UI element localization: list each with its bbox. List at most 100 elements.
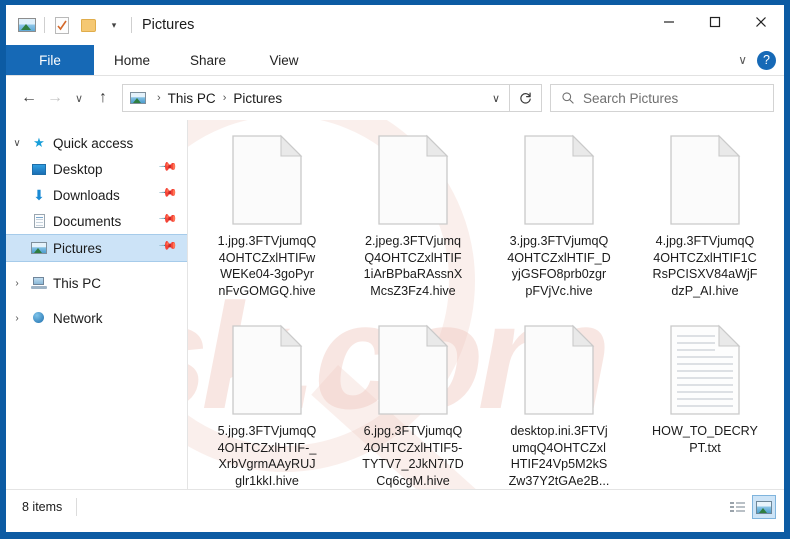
pin-icon[interactable]: 📌 xyxy=(158,157,183,182)
blank-document-icon xyxy=(523,324,595,416)
pictures-icon-breadcrumb xyxy=(130,92,146,104)
sidebar-item-label: Pictures xyxy=(53,240,102,256)
file-name: 6.jpg.3FTVjumqQ 4OHTCZxlHTIF5- TYTV7_2Jk… xyxy=(362,424,464,488)
item-count: 8 items xyxy=(22,500,63,514)
tab-home[interactable]: Home xyxy=(94,45,170,75)
status-bar: 8 items xyxy=(6,489,784,524)
file-name: 1.jpg.3FTVjumqQ 4OHTCZxlHTIFw WEKe04-3go… xyxy=(217,234,317,298)
sidebar-item-label: This PC xyxy=(53,275,102,291)
close-button[interactable] xyxy=(738,5,784,39)
network-icon xyxy=(28,311,50,325)
file-name: desktop.ini.3FTVj umqQ4OHTCZxl HTIF24Vp5… xyxy=(508,424,610,488)
document-icon xyxy=(28,214,50,228)
explorer-body: ∨ ★ Quick access Desktop 📌 ⬇ Downloads 📌… xyxy=(6,120,784,489)
file-item[interactable]: 6.jpg.3FTVjumqQ 4OHTCZxlHTIF5- TYTV7_2Jk… xyxy=(340,318,486,489)
star-icon: ★ xyxy=(33,135,45,150)
status-divider xyxy=(76,498,78,516)
download-icon: ⬇ xyxy=(33,186,45,203)
text-document-icon xyxy=(669,324,741,416)
file-item[interactable]: 1.jpg.3FTVjumqQ 4OHTCZxlHTIFw WEKe04-3go… xyxy=(194,128,340,318)
search-placeholder: Search Pictures xyxy=(583,90,679,106)
file-name: 2.jpeg.3FTVjumq Q4OHTCZxlHTIF 1iArBPbaRA… xyxy=(363,234,463,298)
pictures-icon[interactable] xyxy=(14,12,40,38)
title-bar: ▾ Pictures xyxy=(6,5,784,45)
chevron-right-icon[interactable]: › xyxy=(6,313,28,324)
breadcrumb-separator-2: › xyxy=(222,92,227,104)
file-item[interactable]: 2.jpeg.3FTVjumq Q4OHTCZxlHTIF 1iArBPbaRA… xyxy=(340,128,486,318)
refresh-button[interactable] xyxy=(510,84,542,112)
sidebar-item-label: Quick access xyxy=(53,135,134,151)
file-name: HOW_TO_DECRY PT.txt xyxy=(652,424,758,455)
tab-file[interactable]: File xyxy=(6,45,94,75)
maximize-button[interactable] xyxy=(692,5,738,39)
up-button[interactable]: ↑ xyxy=(90,84,116,112)
sidebar-item-label: Desktop xyxy=(53,161,103,177)
sidebar-item-this-pc[interactable]: › This PC xyxy=(6,270,187,296)
search-icon xyxy=(562,92,574,104)
large-icons-view-icon[interactable] xyxy=(752,495,776,519)
chevron-right-icon[interactable]: › xyxy=(6,278,28,289)
address-bar[interactable]: › This PC › Pictures ∨ xyxy=(122,84,510,112)
properties-icon[interactable] xyxy=(49,12,75,38)
view-mode-buttons xyxy=(725,495,776,519)
sidebar-item-pictures[interactable]: Pictures 📌 xyxy=(6,234,187,262)
sidebar-item-network[interactable]: › Network xyxy=(6,305,187,331)
search-input[interactable]: Search Pictures xyxy=(550,84,774,112)
help-icon[interactable]: ? xyxy=(757,50,776,70)
breadcrumb-this-pc[interactable]: This PC xyxy=(168,91,216,106)
toolbar-divider xyxy=(44,17,45,33)
window-controls xyxy=(646,5,784,45)
chevron-down-icon[interactable]: ∨ xyxy=(6,138,28,149)
breadcrumb-separator-1: › xyxy=(157,92,161,104)
sidebar-item-documents[interactable]: Documents 📌 xyxy=(6,208,187,234)
recent-locations-button[interactable]: ∨ xyxy=(68,84,90,112)
file-item[interactable]: desktop.ini.3FTVj umqQ4OHTCZxl HTIF24Vp5… xyxy=(486,318,632,489)
file-item[interactable]: HOW_TO_DECRY PT.txt xyxy=(632,318,778,489)
ribbon-controls: ∨ ? xyxy=(738,45,776,75)
new-folder-icon[interactable] xyxy=(75,12,101,38)
expand-ribbon-icon[interactable]: ∨ xyxy=(738,53,747,67)
explorer-window: ▾ Pictures File Home Share View ∨ ? ← → … xyxy=(0,0,790,539)
file-item[interactable]: 4.jpg.3FTVjumqQ 4OHTCZxlHTIF1C RsPCISXV8… xyxy=(632,128,778,318)
file-item[interactable]: 5.jpg.3FTVjumqQ 4OHTCZxlHTIF-_ XrbVgrmAA… xyxy=(194,318,340,489)
pictures-icon xyxy=(28,242,50,254)
minimize-button[interactable] xyxy=(646,5,692,39)
window-title: Pictures xyxy=(142,17,195,33)
customize-toolbar-caret[interactable]: ▾ xyxy=(101,12,127,38)
back-button[interactable]: ← xyxy=(16,84,42,112)
blank-document-icon xyxy=(377,134,449,226)
file-list-pane[interactable]: risk.com 1.jpg.3FTVjumqQ 4OHTCZxlHTIFw W… xyxy=(188,120,784,489)
pin-icon[interactable]: 📌 xyxy=(158,236,183,261)
file-name: 3.jpg.3FTVjumqQ 4OHTCZxlHTIF_D yjGSFO8pr… xyxy=(507,234,611,298)
details-view-icon[interactable] xyxy=(725,495,749,519)
ribbon-tab-bar: File Home Share View ∨ ? xyxy=(6,45,784,76)
blank-document-icon xyxy=(377,324,449,416)
sidebar-item-desktop[interactable]: Desktop 📌 xyxy=(6,156,187,182)
quick-access-toolbar: ▾ Pictures xyxy=(6,12,194,38)
address-dropdown-icon[interactable]: ∨ xyxy=(483,92,509,105)
tab-view[interactable]: View xyxy=(246,45,322,75)
forward-button[interactable]: → xyxy=(42,84,68,112)
file-name: 4.jpg.3FTVjumqQ 4OHTCZxlHTIF1C RsPCISXV8… xyxy=(652,234,758,298)
file-grid: 1.jpg.3FTVjumqQ 4OHTCZxlHTIFw WEKe04-3go… xyxy=(188,120,784,489)
file-item[interactable]: 3.jpg.3FTVjumqQ 4OHTCZxlHTIF_D yjGSFO8pr… xyxy=(486,128,632,318)
sidebar-item-quick-access[interactable]: ∨ ★ Quick access xyxy=(6,130,187,156)
blank-document-icon xyxy=(669,134,741,226)
sidebar-item-downloads[interactable]: ⬇ Downloads 📌 xyxy=(6,182,187,208)
address-bar-row: ← → ∨ ↑ › This PC › Pictures ∨ Search Pi… xyxy=(6,76,784,120)
sidebar-item-label: Downloads xyxy=(53,187,120,203)
desktop-icon xyxy=(28,163,50,175)
pin-icon[interactable]: 📌 xyxy=(158,209,183,234)
tab-share[interactable]: Share xyxy=(170,45,246,75)
breadcrumb-pictures[interactable]: Pictures xyxy=(233,91,282,106)
navigation-pane: ∨ ★ Quick access Desktop 📌 ⬇ Downloads 📌… xyxy=(6,120,188,489)
blank-document-icon xyxy=(231,134,303,226)
file-name: 5.jpg.3FTVjumqQ 4OHTCZxlHTIF-_ XrbVgrmAA… xyxy=(217,424,317,488)
this-pc-icon xyxy=(28,277,50,289)
blank-document-icon xyxy=(523,134,595,226)
sidebar-item-label: Network xyxy=(53,310,103,326)
pin-icon[interactable]: 📌 xyxy=(158,183,183,208)
sidebar-item-label: Documents xyxy=(53,213,122,229)
blank-document-icon xyxy=(231,324,303,416)
toolbar-divider-2 xyxy=(131,17,132,33)
